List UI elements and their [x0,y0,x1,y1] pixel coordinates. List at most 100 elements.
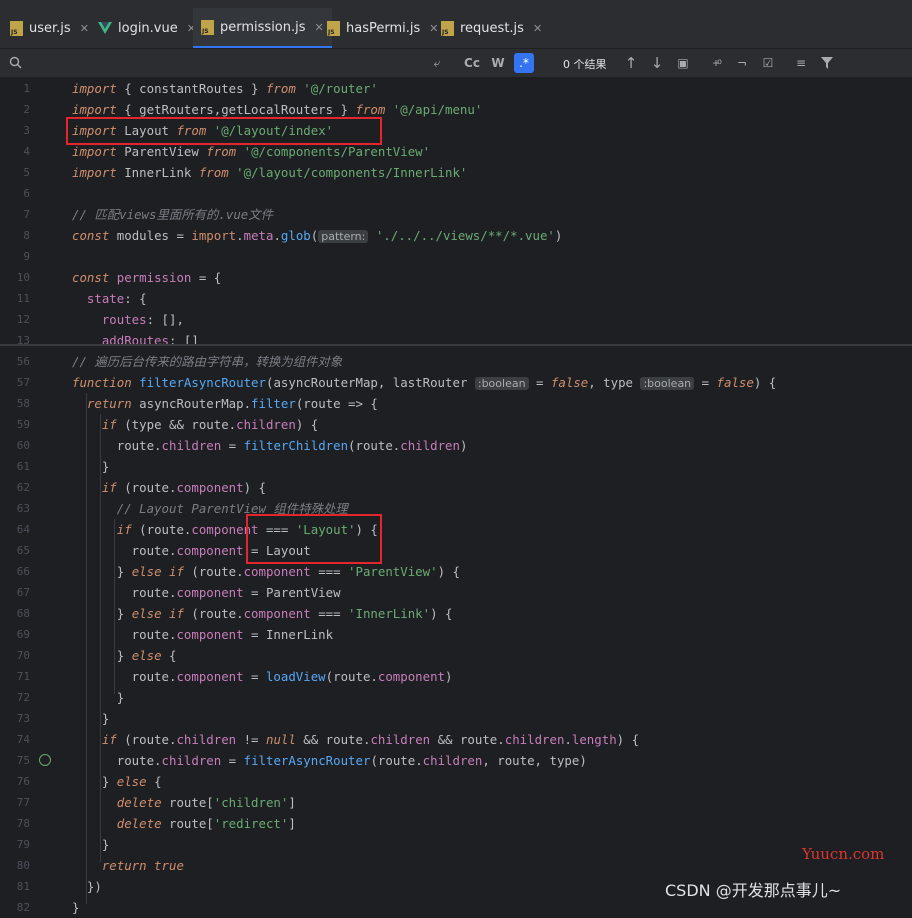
code-line[interactable]: 75 route.children = filterAsyncRouter(ro… [0,750,912,771]
line-number[interactable]: 69 [0,624,30,645]
code-line[interactable]: 69 route.component = InnerLink [0,624,912,645]
filter-icon[interactable] [818,53,836,73]
line-number[interactable]: 12 [0,309,30,330]
line-number[interactable]: 77 [0,792,30,813]
code-line[interactable]: 11 state: { [0,288,912,309]
line-number[interactable]: 59 [0,414,30,435]
tab-user-js[interactable]: user.js ✕ [10,8,89,48]
match-case-button[interactable]: Cc [462,53,482,73]
line-number[interactable]: 82 [0,897,30,918]
code-token: : { [124,291,147,306]
enter-icon[interactable]: ⤶ [428,53,446,73]
line-number[interactable]: 76 [0,771,30,792]
line-number[interactable]: 7 [0,204,30,225]
line-number[interactable]: 1 [0,78,30,99]
line-number[interactable]: 68 [0,603,30,624]
arrow-up-icon[interactable]: ↑ [622,53,640,73]
line-number[interactable]: 67 [0,582,30,603]
line-number[interactable]: 8 [0,225,30,246]
line-number[interactable]: 79 [0,834,30,855]
code-line[interactable]: 64 if (route.component === 'Layout') { [0,519,912,540]
close-icon[interactable]: ✕ [429,22,438,35]
code-line[interactable]: 80 return true [0,855,912,876]
code-line[interactable]: 7 // 匹配views里面所有的.vue文件 [0,204,912,225]
arrow-down-icon[interactable]: ↓ [648,53,666,73]
code-line[interactable]: 6 [0,183,912,204]
code-line[interactable]: 57 function filterAsyncRouter(asyncRouter… [0,372,912,393]
line-number[interactable]: 56 [0,351,30,372]
line-number[interactable]: 62 [0,477,30,498]
code-line[interactable]: 8 const modules = import.meta.glob(patter… [0,225,912,246]
line-number[interactable]: 57 [0,372,30,393]
line-number[interactable]: 9 [0,246,30,267]
code-line[interactable]: 59 if (type && route.children) { [0,414,912,435]
line-number[interactable]: 61 [0,456,30,477]
code-line[interactable]: 13 addRoutes: [] [0,330,912,344]
line-number[interactable]: 6 [0,183,30,204]
whole-words-button[interactable]: W [488,53,508,73]
code-line[interactable]: 66 } else if (route.component === 'Paren… [0,561,912,582]
code-line[interactable]: 74 if (route.children != null && route.c… [0,729,912,750]
line-number[interactable]: 3 [0,120,30,141]
code-line[interactable]: 71 route.component = loadView(route.comp… [0,666,912,687]
code-line[interactable]: 62 if (route.component) { [0,477,912,498]
line-number[interactable]: 80 [0,855,30,876]
remove-selection-icon[interactable]: ¬ [732,53,752,73]
code-line[interactable]: 60 route.children = filterChildren(route… [0,435,912,456]
search-icon[interactable] [6,53,26,73]
code-line[interactable]: 9 [0,246,912,267]
options-icon[interactable]: ≡ [792,53,810,73]
code-line[interactable]: 10 const permission = { [0,267,912,288]
code-line[interactable]: 63 // Layout ParentView 组件特殊处理 [0,498,912,519]
line-number[interactable]: 74 [0,729,30,750]
code-line[interactable]: 58 return asyncRouterMap.filter(route =>… [0,393,912,414]
code-line[interactable]: 5 import InnerLink from '@/layout/compone… [0,162,912,183]
line-number[interactable]: 4 [0,141,30,162]
line-number[interactable]: 70 [0,645,30,666]
code-line[interactable]: 67 route.component = ParentView [0,582,912,603]
code-line[interactable]: 79 } [0,834,912,855]
tab-permission-js[interactable]: permission.js ✕ [193,8,332,48]
code-line[interactable]: 70 } else { [0,645,912,666]
tab-request-js[interactable]: request.js ✕ [441,8,542,48]
code-line[interactable]: 76 } else { [0,771,912,792]
add-selection-icon[interactable]: +ͦ [706,53,726,73]
code-line[interactable]: 65 route.component = Layout [0,540,912,561]
line-number[interactable]: 66 [0,561,30,582]
line-number[interactable]: 63 [0,498,30,519]
line-number[interactable]: 11 [0,288,30,309]
line-number[interactable]: 73 [0,708,30,729]
code-line[interactable]: 1 import { constantRoutes } from '@/route… [0,78,912,99]
line-number[interactable]: 13 [0,330,30,344]
line-number[interactable]: 10 [0,267,30,288]
line-number[interactable]: 65 [0,540,30,561]
line-number[interactable]: 81 [0,876,30,897]
regex-button[interactable]: .* [514,53,534,73]
line-number[interactable]: 5 [0,162,30,183]
code-line[interactable]: 78 delete route['redirect'] [0,813,912,834]
select-all-occurrences-icon[interactable]: ▣ [674,53,692,73]
code-line[interactable]: 61 } [0,456,912,477]
close-icon[interactable]: ✕ [533,22,542,35]
line-number[interactable]: 60 [0,435,30,456]
line-number[interactable]: 78 [0,813,30,834]
code-line[interactable]: 73 } [0,708,912,729]
code-line[interactable]: 77 delete route['children'] [0,792,912,813]
tab-login-vue[interactable]: login.vue ✕ [98,8,196,48]
toggle-selection-icon[interactable]: ☑ [758,53,778,73]
close-icon[interactable]: ✕ [315,21,324,34]
code-line[interactable]: 68 } else if (route.component === 'Inner… [0,603,912,624]
code-line[interactable]: 12 routes: [], [0,309,912,330]
line-number[interactable]: 75 [0,750,30,771]
code-token: '@/router' [303,81,378,96]
code-line[interactable]: 56 // 遍历后台传来的路由字符串，转换为组件对象 [0,351,912,372]
line-number[interactable]: 71 [0,666,30,687]
tab-haspermi-js[interactable]: hasPermi.js ✕ [327,8,438,48]
line-number[interactable]: 2 [0,99,30,120]
line-number[interactable]: 64 [0,519,30,540]
code-line[interactable]: 72 } [0,687,912,708]
code-editor[interactable]: 56// 遍历后台传来的路由字符串，转换为组件对象 57 function filt… [0,78,912,915]
close-icon[interactable]: ✕ [80,22,89,35]
line-number[interactable]: 58 [0,393,30,414]
line-number[interactable]: 72 [0,687,30,708]
